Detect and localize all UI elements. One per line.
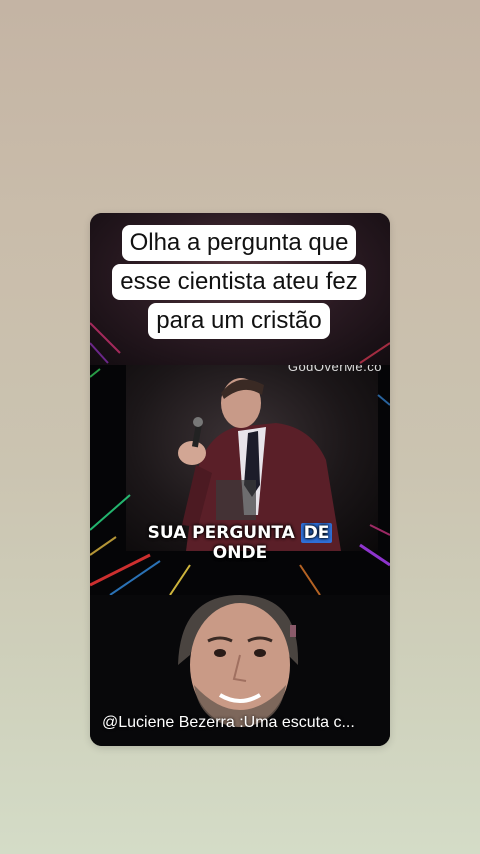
channel-caption: @Luciene Bezerra :Uma escuta c... <box>102 714 355 731</box>
video-subtitle: SUA PERGUNTA DE ONDE <box>90 523 390 563</box>
video-card[interactable]: Olha a pergunta que esse cientista ateu … <box>90 213 390 746</box>
caption-line-1: Olha a pergunta que <box>121 225 357 261</box>
subtitle-part-1: SUA PERGUNTA <box>147 523 295 543</box>
subtitle-highlight-word: DE <box>300 523 333 543</box>
video-frame[interactable]: GodOverMe.co SUA PERGUNTA DE ONDE <box>90 365 390 595</box>
caption-text: Olha a pergunta que esse cientista ateu … <box>95 225 383 342</box>
reaction-video[interactable]: @Luciene Bezerra :Uma escuta c... <box>90 595 390 746</box>
caption-line-2: esse cientista ateu fez <box>112 264 366 300</box>
subtitle-line-2: ONDE <box>212 543 268 563</box>
caption-line-3: para um cristão <box>148 303 330 339</box>
